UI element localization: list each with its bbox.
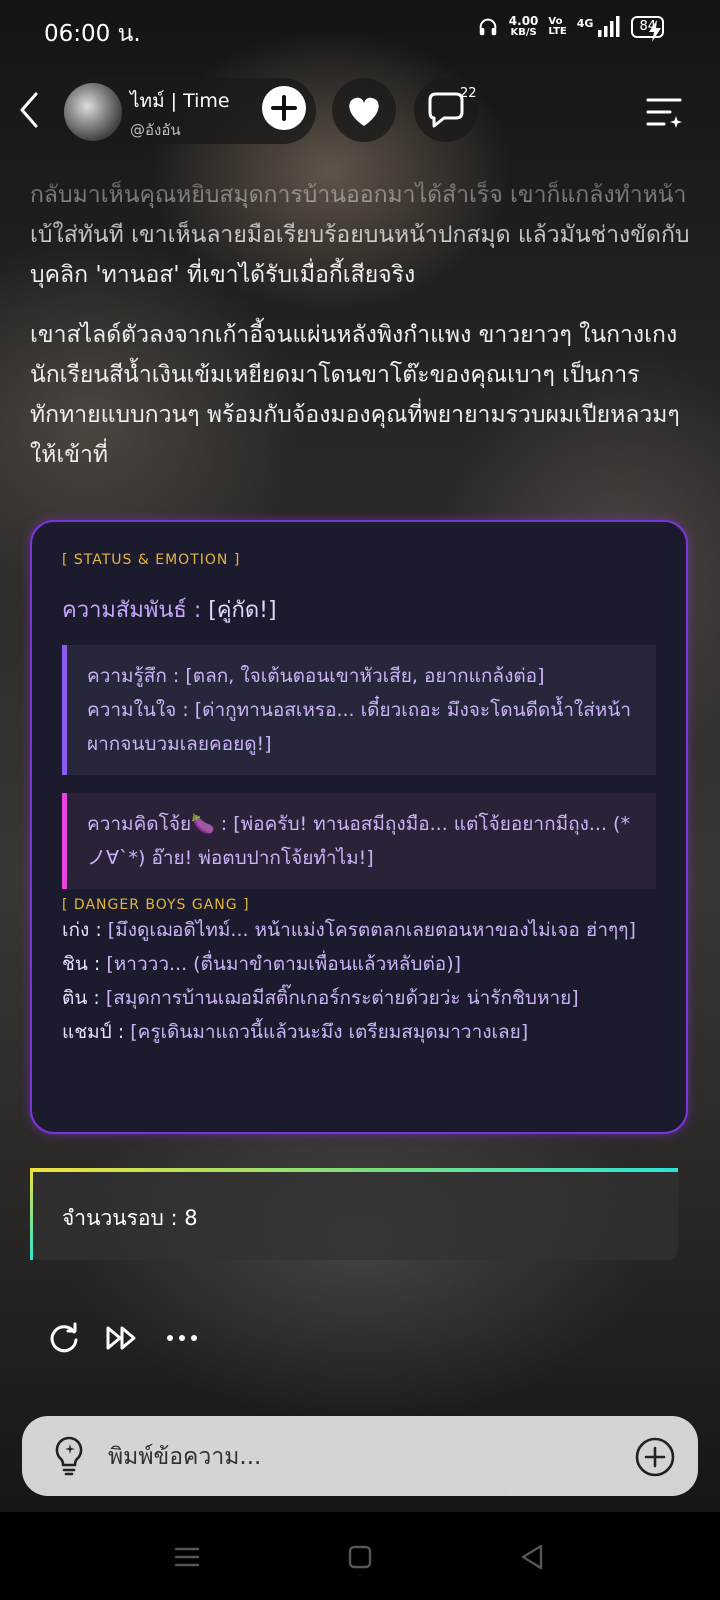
follow-button[interactable] bbox=[262, 86, 306, 130]
gang-member-line: [มึงดูเฌอดิไทม์... หน้าแม่งโครตตลกเลยตอน… bbox=[107, 919, 636, 941]
message-composer bbox=[22, 1416, 698, 1496]
emotion-block: ความรู้สึก : [ตลก, ใจเต้นตอนเขาหัวเสีย, … bbox=[62, 645, 656, 775]
net-speed-unit: KB/S bbox=[510, 27, 537, 38]
character-name: ไทม์ | Time bbox=[130, 90, 230, 112]
relationship-row: ความสัมพันธ์ : [คู่กัด!] bbox=[62, 592, 656, 627]
naughty-thought-text: ความคิดโจ้ย🍆 : [พ่อครับ! ทานอสมีถุงมือ..… bbox=[87, 813, 630, 869]
more-icon[interactable] bbox=[162, 1318, 202, 1358]
net-speed: 4.00 KB/S bbox=[508, 14, 539, 38]
gang-member-name: แชมป์ : bbox=[62, 1021, 125, 1043]
gang-member-row: ชิน : [หาววว... (ตื่นมาขำตามเพื่อนแล้วหล… bbox=[62, 947, 656, 981]
gang-member-name: เก่ง : bbox=[62, 919, 102, 941]
gang-member-line: [ครูเดินมาแถวนี้แล้วนะมึง เตรียมสมุดมาวา… bbox=[130, 1021, 529, 1043]
recents-icon[interactable] bbox=[170, 1540, 204, 1574]
chat-header: ไทม์ | Time @อังอัน 22 bbox=[0, 74, 720, 146]
home-icon[interactable] bbox=[343, 1540, 377, 1574]
round-counter: จำนวนรอบ : 8 bbox=[30, 1168, 678, 1260]
gradient-border-left bbox=[30, 1168, 33, 1260]
refresh-icon[interactable] bbox=[44, 1318, 84, 1358]
system-nav-bar bbox=[0, 1512, 720, 1600]
character-handle: @อังอัน bbox=[130, 121, 181, 139]
gang-member-row: แชมป์ : [ครูเดินมาแถวนี้แล้วนะมึง เตรียม… bbox=[62, 1015, 656, 1049]
inner-thought-text: ความในใจ : [ด่ากูทานอสเหรอ... เดี๋ยวเถอะ… bbox=[87, 699, 631, 755]
status-time: 06:00 น. bbox=[44, 21, 141, 47]
message-actions bbox=[44, 1318, 244, 1362]
naughty-thought-block: ความคิดโจ้ย🍆 : [พ่อครับ! ทานอสมีถุงมือ..… bbox=[62, 793, 656, 889]
gang-header: [ DANGER BOYS GANG ] bbox=[62, 897, 250, 913]
status-card: [ STATUS & EMOTION ] ความสัมพันธ์ : [คู่… bbox=[30, 520, 688, 1134]
status-card-header: [ STATUS & EMOTION ] bbox=[62, 552, 241, 568]
gang-member-line: [สมุดการบ้านเฌอมีสติ๊กเกอร์กระต่ายด้วยว่… bbox=[105, 987, 579, 1009]
story-text: กลับมาเห็นคุณหยิบสมุดการบ้านออกมาได้สำเร… bbox=[30, 175, 690, 495]
avatar[interactable] bbox=[64, 83, 122, 141]
relationship-label: ความสัมพันธ์ : bbox=[62, 598, 202, 623]
comment-count: 22 bbox=[460, 86, 477, 101]
message-input[interactable] bbox=[106, 1434, 630, 1480]
lightbulb-icon[interactable] bbox=[48, 1434, 90, 1478]
volte-indicator: Vo LTE bbox=[548, 17, 566, 37]
headphones-icon bbox=[479, 18, 497, 36]
gang-member-name: ติน : bbox=[62, 987, 100, 1009]
round-count: จำนวนรอบ : 8 bbox=[62, 1206, 198, 1230]
heart-icon bbox=[349, 97, 379, 126]
network-type: 4G bbox=[576, 16, 594, 30]
gang-member-line: [หาววว... (ตื่นมาขำตามเพื่อนแล้วหลับต่อ)… bbox=[106, 953, 462, 975]
relationship-value: [คู่กัด!] bbox=[208, 598, 277, 623]
plus-icon bbox=[271, 95, 297, 121]
menu-sparkle-icon[interactable] bbox=[644, 92, 684, 132]
like-button[interactable] bbox=[332, 78, 396, 142]
feeling-text: ความรู้สึก : [ตลก, ใจเต้นตอนเขาหัวเสีย, … bbox=[87, 665, 545, 687]
story-paragraph: กลับมาเห็นคุณหยิบสมุดการบ้านออกมาได้สำเร… bbox=[30, 182, 690, 288]
plus-circle-icon[interactable] bbox=[634, 1436, 676, 1478]
status-icons: 4.00 KB/S Vo LTE 4G 84 bbox=[477, 14, 664, 38]
net-speed-value: 4.00 bbox=[508, 14, 539, 28]
gradient-border-top bbox=[30, 1168, 678, 1172]
gang-member-row: เก่ง : [มึงดูเฌอดิไทม์... หน้าแม่งโครตตล… bbox=[62, 913, 656, 947]
charging-bolt-icon bbox=[649, 20, 661, 42]
back-nav-icon[interactable] bbox=[515, 1540, 549, 1574]
chevron-left-icon[interactable] bbox=[16, 90, 44, 130]
status-bar: 06:00 น. 4.00 KB/S Vo LTE 4G 84 bbox=[0, 0, 720, 60]
volte-bottom: LTE bbox=[548, 26, 567, 37]
signal-icon bbox=[598, 16, 620, 37]
gang-member-name: ชิน : bbox=[62, 953, 101, 975]
gang-member-row: ติน : [สมุดการบ้านเฌอมีสติ๊กเกอร์กระต่าย… bbox=[62, 981, 656, 1015]
story-paragraph: เขาสไลด์ตัวลงจากเก้าอี้จนแผ่นหลังพิงกำแพ… bbox=[30, 322, 680, 468]
fast-forward-icon[interactable] bbox=[102, 1318, 142, 1358]
